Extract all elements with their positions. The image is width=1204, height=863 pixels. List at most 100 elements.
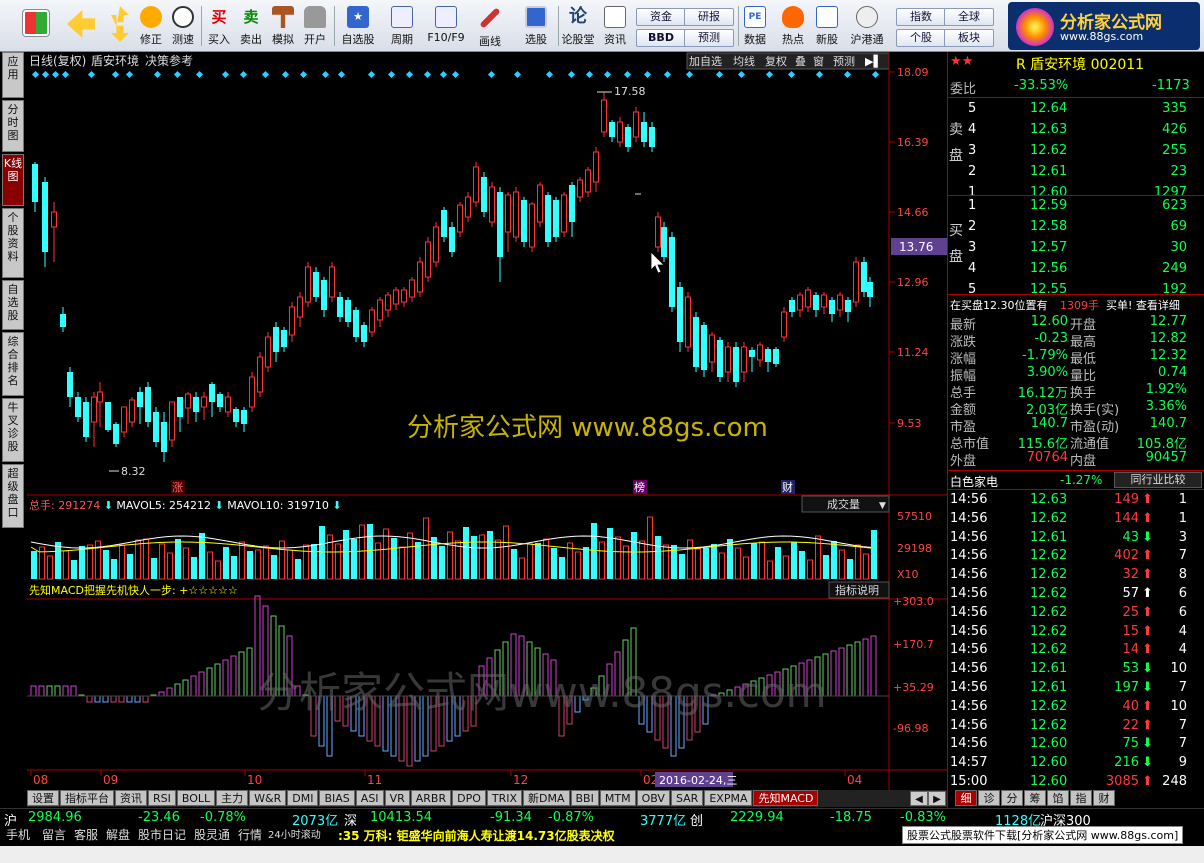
indicator-tab-1[interactable]: 指标平台 [60,790,114,806]
indicator-tab-19[interactable]: EXPMA [704,790,753,806]
ask-level-2[interactable]: 2 12.61 23 [948,164,1204,182]
news-ticker[interactable]: :35 万科: 钜盛华向前海人寿让渡14.73亿股表决权 [338,827,615,844]
market-button[interactable]: 行情 [236,827,264,844]
indicator-tab-13[interactable]: TRIX [486,790,523,806]
volume-indicator-select[interactable]: 成交量 [827,497,860,511]
event-tag-up[interactable]: 涨 [172,481,183,494]
tab-kline[interactable]: K线图 [2,154,24,206]
indicator-tab-15[interactable]: BBI [570,790,599,806]
bid-level-2[interactable]: 2 12.58 69 [948,219,1204,237]
adjust-button[interactable]: 复权 [765,54,787,68]
indicator-tab-7[interactable]: DMI [287,790,319,806]
ask-level-4[interactable]: 4 12.63 426 [948,122,1204,140]
chevron-down-icon[interactable]: ▼ [879,501,886,511]
indicator-tab-12[interactable]: DPO [452,790,486,806]
fund-pill[interactable]: 资金 [636,8,686,26]
hotspot-button[interactable]: 热点 [778,4,808,48]
indicator-tab-2[interactable]: 资讯 [115,790,147,806]
simulate-button[interactable]: 模拟 [268,4,298,48]
ad-banner[interactable]: 股票公式股票软件下载[分析家公式网 www.88gs.com] [902,826,1184,844]
phone-button[interactable]: 手机 [4,827,32,844]
indicator-tab-9[interactable]: ASI [355,790,384,806]
stock-select-button[interactable]: 选股 [516,4,556,48]
window-button[interactable]: 窗 [813,54,824,68]
quote-tab-3[interactable]: 筹 [1024,790,1046,806]
indicator-tab-14[interactable]: 新DMA [523,790,570,806]
sell-button[interactable]: 卖卖出 [236,4,266,48]
indicator-tab-0[interactable]: 设置 [27,790,59,806]
quote-tab-6[interactable]: 财 [1093,790,1115,806]
f10-button[interactable]: F10/F9 [424,4,468,48]
guling-button[interactable]: 股灵通 [192,827,232,844]
diary-button[interactable]: 股市日记 [136,827,188,844]
indicator-tab-16[interactable]: MTM [599,790,636,806]
index-pill[interactable]: 指数 [896,8,946,26]
quote-tab-0[interactable]: 细 [955,790,977,806]
quote-tab-1[interactable]: 诊 [978,790,1000,806]
indicator-tab-3[interactable]: RSI [148,790,176,806]
indicator-tab-18[interactable]: SAR [670,790,704,806]
indicator-tab-6[interactable]: W&R [249,790,287,806]
indicator-tab-10[interactable]: VR [384,790,410,806]
global-pill[interactable]: 全球 [944,8,994,26]
research-pill[interactable]: 研报 [684,8,734,26]
tab-watchlist[interactable]: 自选股 [2,280,24,330]
forum-button[interactable]: 论论股堂 [560,4,596,48]
tabs-scroll-right-icon[interactable]: ▶ [928,791,946,806]
indicator-help-button[interactable]: 指标说明 [835,583,879,597]
indicator-tab-4[interactable]: BOLL [176,790,216,806]
tab-profile[interactable]: 个股资料 [2,208,24,278]
event-tag-finance[interactable]: 财 [782,480,793,494]
toolbar-btn-4[interactable]: 测速 [168,4,198,48]
tab-ranking[interactable]: 综合排名 [2,332,24,396]
tabs-scroll-left-icon[interactable]: ◀ [910,791,928,806]
data-button[interactable]: PE 数据 [740,4,770,48]
sector-pill[interactable]: 板块 [944,29,994,47]
indicator-tab-11[interactable]: ARBR [410,790,452,806]
tab-super-level[interactable]: 超级盘口 [2,464,24,528]
buy-button[interactable]: 买买入 [204,4,234,48]
compare-industry-button[interactable]: 同行业比较 [1114,472,1202,488]
indicator-tab-20[interactable]: 先知MACD [753,790,819,806]
updown-button[interactable] [106,4,134,48]
bid-level-1[interactable]: 1 12.59 623 [948,198,1204,216]
grid-menu-button[interactable] [18,4,54,48]
ask-level-3[interactable]: 3 12.62 255 [948,143,1204,161]
scroll-news-button[interactable]: 24小时滚动 [266,827,323,844]
forecast-pill[interactable]: 预测 [684,29,734,47]
tab-apps[interactable]: 应用 [2,52,24,98]
bid-level-3[interactable]: 3 12.57 30 [948,240,1204,258]
chart-area[interactable]: 日线(复权) 盾安环境 决策参考 加自选 均线 复权 叠 窗 预测 ▶▌ 18.… [27,52,947,814]
predict-button[interactable]: 预测 [833,55,855,68]
kline-svg[interactable]: 日线(复权) 盾安环境 决策参考 加自选 均线 复权 叠 窗 预测 ▶▌ 18.… [27,52,947,790]
hk-connect-button[interactable]: 沪港通 [846,4,888,48]
new-stock-button[interactable]: 新股 [812,4,842,48]
bbd-pill[interactable]: BBD [636,29,686,47]
quote-tab-2[interactable]: 分 [1001,790,1023,806]
stock-pill[interactable]: 个股 [896,29,946,47]
add-watch-button[interactable]: 加自选 [689,55,722,68]
service-button[interactable]: 客服 [72,827,100,844]
overlay-button[interactable]: 叠 [795,55,806,68]
ma-button[interactable]: 均线 [733,54,755,68]
analysis-button[interactable]: 解盘 [104,827,132,844]
ask-level-5[interactable]: 5 12.64 335 [948,101,1204,119]
order-position-row[interactable]: 在买盘12.30位置有 1309手 买单! 查看详细 [948,294,1204,312]
news-button[interactable]: 资讯 [600,4,630,48]
indicator-tab-17[interactable]: OBV [636,790,670,806]
back-button[interactable] [64,4,98,48]
quote-tab-5[interactable]: 指 [1070,790,1092,806]
arrow-right-icon[interactable]: ▶▌ [865,54,882,68]
bid-level-4[interactable]: 4 12.56 249 [948,261,1204,279]
indicator-tab-5[interactable]: 主力 [216,790,249,806]
indicator-tab-8[interactable]: BIAS [319,790,355,806]
tab-diagnose[interactable]: 牛叉诊股 [2,398,24,462]
toolbar-btn-3[interactable]: 修正 [136,4,166,48]
tab-intraday[interactable]: 分时图 [2,100,24,152]
message-button[interactable]: 留言 [40,827,68,844]
watchlist-button[interactable]: ★ 自选股 [338,4,378,48]
quote-tab-4[interactable]: 馅 [1047,790,1069,806]
event-tag-rank[interactable]: 榜 [634,480,645,494]
draw-line-button[interactable]: 画线 [470,4,510,48]
open-account-button[interactable]: 开户 [300,4,330,48]
